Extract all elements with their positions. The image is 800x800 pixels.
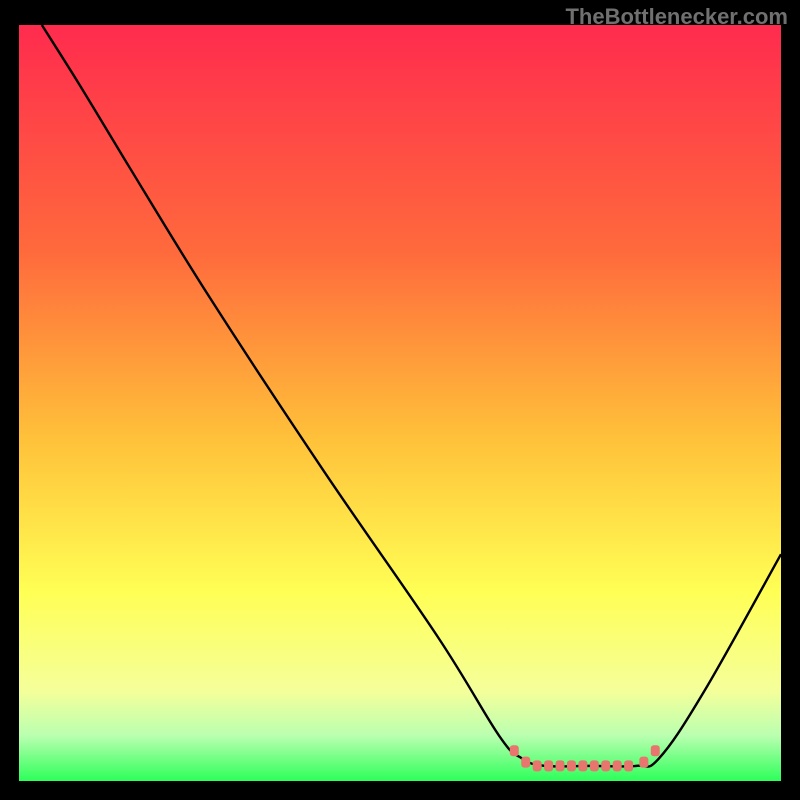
gradient-background: [19, 25, 781, 781]
watermark-text: TheBottlenecker.com: [565, 4, 788, 30]
plot-container: [19, 25, 781, 781]
chart-svg: [19, 25, 781, 781]
